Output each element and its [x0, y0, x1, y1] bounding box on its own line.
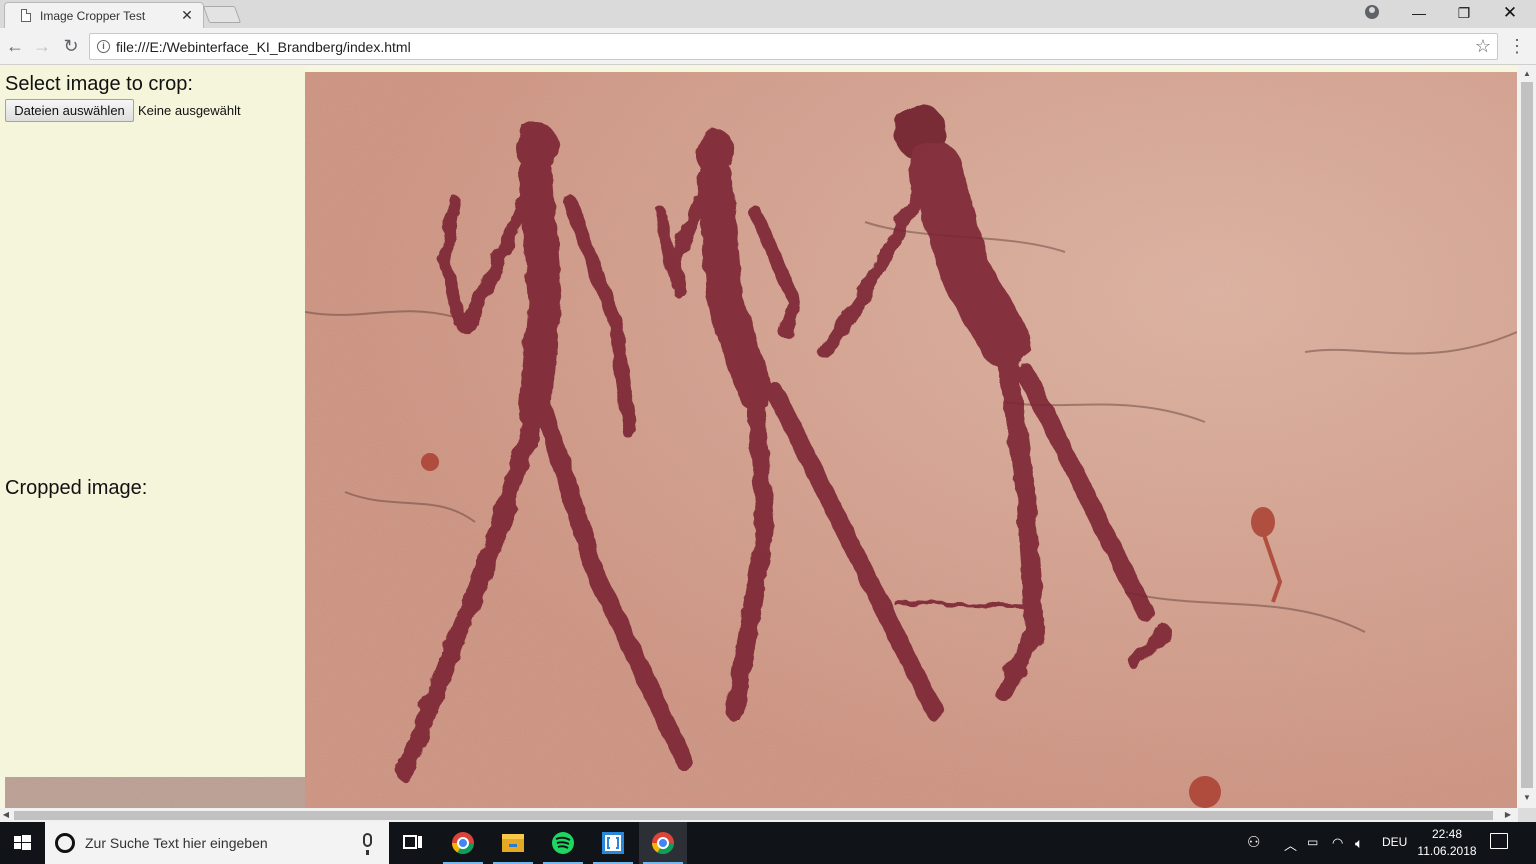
file-explorer-icon[interactable] — [489, 822, 537, 864]
window-close-icon[interactable]: ✕ — [1487, 0, 1533, 26]
taskbar-search[interactable]: Zur Suche Text hier eingeben — [45, 822, 389, 864]
reload-icon[interactable]: ↻ — [60, 35, 82, 57]
battery-icon[interactable]: ▭ — [1307, 835, 1318, 849]
tab-title: Image Cropper Test — [40, 9, 146, 23]
people-icon[interactable]: ⚇ — [1247, 833, 1260, 851]
spotify-glyph — [552, 832, 574, 854]
menu-icon[interactable]: ⋮ — [1508, 35, 1526, 57]
forward-icon[interactable]: → — [31, 35, 53, 57]
tray-chevron-icon[interactable]: ︿ — [1284, 835, 1297, 854]
star-icon[interactable]: ☆ — [1475, 36, 1491, 57]
microphone-icon[interactable] — [363, 833, 372, 855]
scroll-right-icon[interactable]: ▶ — [1502, 810, 1514, 819]
task-view-glyph — [403, 835, 422, 849]
folder-glyph — [502, 834, 524, 852]
file-choose-button[interactable]: Dateien auswählen — [5, 99, 134, 122]
clock-date: 11.06.2018 — [1417, 844, 1477, 858]
taskbar: Zur Suche Text hier eingeben ⚇ ︿ ▭ ◠ 🔈︎ … — [0, 822, 1536, 864]
windows-logo-icon — [14, 835, 31, 850]
horizontal-scrollbar[interactable]: ◀ ▶ — [0, 808, 1518, 822]
spotify-icon[interactable] — [539, 822, 587, 864]
chrome-glyph — [452, 832, 474, 854]
new-tab-button[interactable] — [202, 6, 242, 23]
address-bar[interactable]: i file:///E:/Webinterface_KI_Brandberg/i… — [89, 33, 1498, 60]
wifi-icon[interactable]: ◠ — [1332, 835, 1343, 851]
tab-strip: Image Cropper Test ✕ — ❐ ✕ — [0, 0, 1536, 28]
info-icon[interactable]: i — [97, 40, 110, 53]
scroll-up-icon[interactable]: ▲ — [1518, 69, 1536, 78]
volume-icon[interactable]: 🔈︎ — [1355, 835, 1363, 852]
chrome-active-taskbar-icon[interactable] — [639, 822, 687, 864]
action-center-icon[interactable] — [1490, 833, 1508, 849]
rock-painting-image[interactable] — [305, 72, 1517, 808]
vertical-scrollbar[interactable]: ▲ ▼ — [1518, 66, 1536, 808]
chrome-taskbar-icon[interactable] — [439, 822, 487, 864]
restore-icon[interactable]: ❐ — [1441, 0, 1487, 26]
cropped-image-strip — [5, 777, 305, 808]
cropped-image-preview — [5, 777, 305, 808]
file-status: Keine ausgewählt — [138, 103, 241, 118]
language-indicator[interactable]: DEU — [1382, 835, 1407, 849]
clock-time: 22:48 — [1431, 827, 1463, 841]
browser-toolbar: ← → ↻ i file:///E:/Webinterface_KI_Brand… — [0, 28, 1536, 65]
select-heading: Select image to crop: — [5, 73, 193, 95]
scroll-down-icon[interactable]: ▼ — [1518, 793, 1536, 802]
close-icon[interactable]: ✕ — [179, 6, 195, 24]
back-icon[interactable]: ← — [4, 35, 26, 57]
bracket-glyph — [602, 832, 624, 854]
task-view-icon[interactable] — [389, 822, 437, 864]
search-placeholder[interactable]: Zur Suche Text hier eingeben — [85, 835, 268, 851]
rock-art-illustration — [305, 72, 1517, 808]
cropped-heading: Cropped image: — [5, 477, 148, 499]
page-viewport: Select image to crop: Dateien auswählen … — [0, 66, 1536, 822]
minimize-icon[interactable]: — — [1396, 0, 1442, 26]
profile-icon[interactable] — [1365, 5, 1379, 19]
bracket-app-icon[interactable] — [589, 822, 637, 864]
cortana-icon[interactable] — [55, 833, 75, 853]
chrome-glyph-active — [652, 832, 674, 854]
clock[interactable]: 22:48 11.06.2018 — [1412, 826, 1482, 860]
vertical-scroll-thumb[interactable] — [1521, 82, 1533, 788]
browser-tab[interactable]: Image Cropper Test ✕ — [4, 2, 204, 28]
page-icon — [21, 9, 31, 22]
horizontal-scroll-thumb[interactable] — [14, 811, 1493, 820]
url-text[interactable]: file:///E:/Webinterface_KI_Brandberg/ind… — [116, 39, 411, 55]
scroll-left-icon[interactable]: ◀ — [0, 810, 12, 819]
scroll-corner — [1518, 808, 1536, 822]
control-panel: Select image to crop: Dateien auswählen … — [0, 66, 305, 777]
windows-start-icon[interactable] — [0, 822, 45, 864]
